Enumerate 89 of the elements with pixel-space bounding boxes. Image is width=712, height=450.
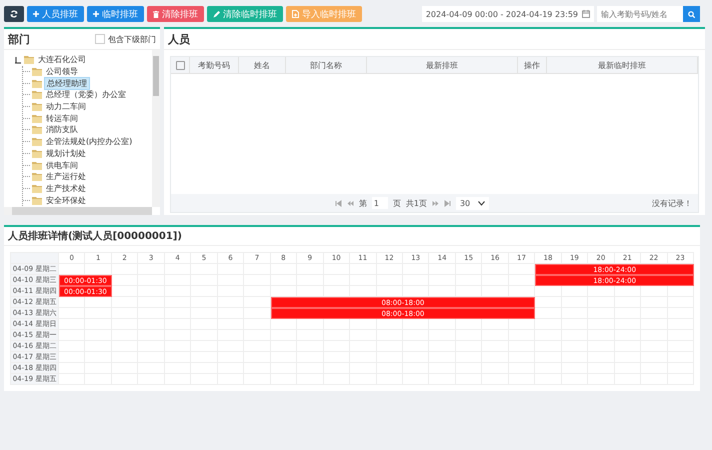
folder-icon <box>24 55 34 64</box>
folder-icon <box>32 102 42 112</box>
caret-icon <box>478 200 486 206</box>
tree-item[interactable]: 大连石化公司 <box>36 54 88 66</box>
table-cell <box>112 264 138 275</box>
table-cell <box>244 319 271 330</box>
toolbar-button[interactable]: 人员排班 <box>27 6 84 22</box>
horizontal-scrollbar[interactable] <box>4 207 152 215</box>
column-header: 最新临时排班 <box>547 57 698 73</box>
trash-icon <box>153 10 159 18</box>
table-cell <box>641 286 668 297</box>
folder-icon <box>32 196 42 205</box>
table-cell <box>350 319 376 330</box>
page-size-select[interactable]: 30 <box>456 196 490 210</box>
table-cell <box>324 319 350 330</box>
table-cell <box>508 319 536 330</box>
date-range-field[interactable]: 2024-04-09 00:00 - 2024-04-19 23:59 <box>422 6 594 22</box>
table-cell <box>402 319 430 330</box>
calendar-icon <box>582 10 590 18</box>
table-cell <box>668 286 694 297</box>
folder-icon <box>32 78 42 88</box>
tree-item[interactable]: 总经理助理 <box>44 76 90 90</box>
plus-icon <box>93 11 99 17</box>
select-all-checkbox[interactable] <box>176 60 184 70</box>
column-header: 最新排班 <box>367 57 518 73</box>
column-header: 考勤号码 <box>190 57 239 73</box>
collapse-icon[interactable] <box>14 56 22 64</box>
search-button[interactable] <box>683 6 700 22</box>
pencil-icon <box>213 10 220 18</box>
table-cell <box>297 319 324 330</box>
file-icon <box>292 10 299 18</box>
empty-message: 没有记录！ <box>652 198 692 208</box>
tree-item[interactable]: 规划计划处 <box>44 148 88 159</box>
checkbox-label: 包含下级部门 <box>108 34 156 44</box>
vertical-scrollbar[interactable] <box>152 50 160 207</box>
column-header: 操作 <box>518 57 547 73</box>
first-page-icon[interactable] <box>334 200 342 206</box>
page-field[interactable]: 1 <box>372 197 388 209</box>
previous-page-icon[interactable] <box>346 200 354 206</box>
toolbar-button[interactable]: 临时排班 <box>87 6 144 22</box>
search-field[interactable]: 输入考勤号码/姓名 <box>597 6 683 22</box>
table-cell <box>59 297 86 308</box>
tree-item[interactable]: 公司领导 <box>44 66 80 78</box>
folder-icon <box>32 90 42 100</box>
section-title: 人员排班详情(测试人员[00000001]) <box>4 227 700 246</box>
page-count: 共1页 <box>406 198 427 208</box>
column-header: 姓名 <box>239 57 286 73</box>
checkbox[interactable] <box>95 34 105 44</box>
table-cell <box>376 319 403 330</box>
tree-item[interactable]: 消防支队 <box>44 124 80 136</box>
tree-item[interactable]: 总经理（党委）办公室 <box>44 89 128 100</box>
table-cell <box>244 286 271 297</box>
folder-icon <box>32 148 42 158</box>
tree-item[interactable]: 生产技术处 <box>44 182 88 194</box>
table-cell <box>85 297 112 308</box>
folder-icon <box>32 137 42 146</box>
table-cell <box>535 319 562 330</box>
tree-item[interactable]: 企管法规处(内控办公室) <box>44 136 134 148</box>
refresh-button[interactable] <box>4 6 24 22</box>
folder-icon <box>32 67 42 76</box>
last-page-icon[interactable] <box>444 200 451 206</box>
refresh-icon <box>10 10 18 18</box>
tree-item[interactable]: 动力二车间 <box>44 101 88 112</box>
table-cell <box>482 319 509 330</box>
table-cell <box>112 297 138 308</box>
table-cell <box>562 286 588 297</box>
table-cell <box>456 319 482 330</box>
panel-title: 人员 <box>164 29 705 50</box>
tree-item[interactable]: 生产运行处 <box>44 171 88 182</box>
plus-icon <box>33 11 39 17</box>
search-icon <box>688 10 695 18</box>
panel-title: 部门 <box>8 32 30 46</box>
table-cell <box>588 286 615 297</box>
folder-icon <box>32 184 42 193</box>
table-cell <box>614 286 642 297</box>
table-cell <box>429 319 456 330</box>
folder-icon <box>32 114 42 123</box>
folder-icon <box>32 172 42 182</box>
folder-icon <box>32 160 42 170</box>
next-page-icon[interactable] <box>432 200 439 206</box>
tree-item[interactable]: 转运车间 <box>44 112 80 124</box>
page-label: 页 <box>392 198 401 208</box>
tree-item[interactable]: 安全环保处 <box>44 194 88 206</box>
column-header: 部门名称 <box>286 57 367 73</box>
table-cell <box>270 319 298 330</box>
page-label: 第 <box>358 198 367 208</box>
table-cell <box>535 286 562 297</box>
folder-icon <box>32 125 42 134</box>
tree-item[interactable]: 供电车间 <box>44 160 80 171</box>
